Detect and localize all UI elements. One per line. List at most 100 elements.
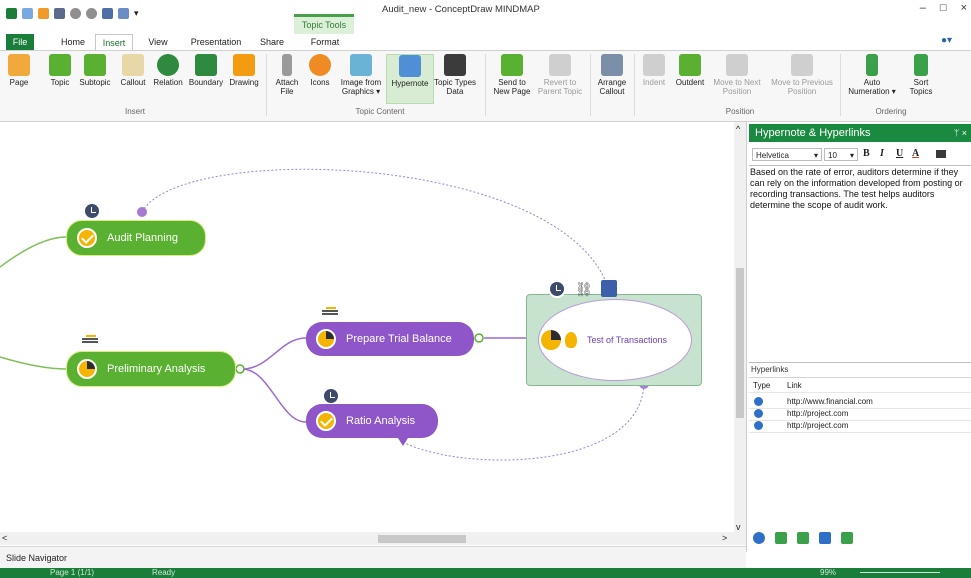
outdent-button[interactable]: Outdent [672,54,708,87]
page-icon [8,54,30,76]
zoom-slider[interactable] [860,572,940,573]
quick-access-toolbar: ▾ [6,4,139,22]
add-web-link-icon[interactable] [753,532,765,544]
relation-icon [157,54,179,76]
tab-view[interactable]: View [143,34,173,50]
collapse-toggle[interactable] [474,333,484,343]
arrange-callout-button[interactable]: Arrange Callout [594,54,630,96]
tab-share[interactable]: Share [256,34,288,50]
pin-close-icon[interactable]: ᛘ × [954,124,967,142]
send-to-new-page-button[interactable]: Send to New Page [492,54,532,96]
indent-button[interactable]: Indent [638,54,670,87]
relation-line [141,168,609,288]
collapse-toggle[interactable] [235,364,245,374]
priority-icon [82,334,98,344]
topic-types-data-button[interactable]: Topic Types Data [432,54,478,96]
numeration-icon [866,54,878,76]
add-file-link-icon[interactable] [775,532,787,544]
font-color-button[interactable]: A [912,148,919,159]
drawing-button[interactable]: Drawing [226,54,262,87]
open-icon[interactable] [38,7,49,19]
help-icon[interactable]: ●▾ [941,35,952,46]
save-icon[interactable] [54,7,65,19]
preview-icon[interactable] [118,7,129,19]
horizontal-scrollbar[interactable] [0,532,746,545]
close-button[interactable]: × [961,2,967,14]
tab-presentation[interactable]: Presentation [184,34,248,50]
link-cell[interactable]: http://www.financial.com [787,396,873,408]
font-family-select[interactable]: Helvetica ▾ [752,148,822,161]
sort-topics-button[interactable]: Sort Topics [904,54,938,96]
tab-home[interactable]: Home [56,34,90,50]
add-topic-link-icon[interactable] [841,532,853,544]
slide-navigator[interactable]: Slide Navigator [0,546,746,568]
indent-icon [643,54,665,76]
scroll-up-icon[interactable]: ^ [736,124,740,134]
relation-button[interactable]: Relation [150,54,186,87]
move-next-icon [726,54,748,76]
mindmap-canvas[interactable]: Audit Planning Preliminary Analysis Prep… [0,122,734,532]
hypernote-button[interactable]: Hypernote [386,54,434,104]
undo-icon[interactable] [70,7,81,19]
move-previous-icon [791,54,813,76]
insert-group-label: Insert [124,107,145,116]
tab-insert[interactable]: Insert [95,34,133,51]
font-size-select[interactable]: 10 ▾ [824,148,858,161]
tab-file[interactable]: File [6,34,34,50]
move-previous-button[interactable]: Move to Previous Position [768,54,836,96]
revert-to-parent-button[interactable]: Revert to Parent Topic [534,54,586,96]
topic-test-of-transactions[interactable]: Test of Transactions [538,299,692,381]
connector-line [241,368,307,423]
relation-endpoint[interactable] [137,207,147,217]
minimize-button[interactable]: – [920,2,926,14]
priority-icon [322,306,338,316]
globe-icon [754,421,763,430]
attach-file-button[interactable]: Attach File [272,54,302,96]
topic-button[interactable]: Topic [46,54,74,87]
boundary-button[interactable]: Boundary [186,54,226,87]
connector-line [0,236,67,268]
page-button[interactable]: Page [6,54,32,87]
status-bar: Page 1 (1/1) Ready 99% [0,568,971,578]
underline-button[interactable]: U [896,148,903,159]
icons-button[interactable]: Icons [306,54,334,87]
table-row[interactable]: http://project.com [749,420,971,433]
outdent-icon [679,54,701,76]
link-cell[interactable]: http://project.com [787,408,848,420]
tab-format[interactable]: Format [305,34,345,50]
redo-icon[interactable] [86,7,97,19]
highlight-icon[interactable] [936,150,946,158]
vertical-scroll-thumb[interactable] [736,268,744,418]
topic-prepare-trial-balance[interactable]: Prepare Trial Balance [306,322,474,356]
topic-audit-planning[interactable]: Audit Planning [66,220,206,256]
maximize-button[interactable]: □ [940,2,947,14]
scroll-right-icon[interactable]: > [722,533,727,543]
arrange-icon [601,54,623,76]
new-file-icon[interactable] [22,7,33,19]
italic-button[interactable]: I [880,148,884,159]
customize-dropdown-icon[interactable]: ▾ [134,8,139,19]
callout-button[interactable]: Callout [116,54,150,87]
add-email-icon[interactable] [819,532,831,544]
topic-preliminary-analysis[interactable]: Preliminary Analysis [66,351,236,387]
app-logo-icon [6,7,17,19]
note-text[interactable]: Based on the rate of error, auditors det… [750,167,966,211]
auto-numeration-button[interactable]: Auto Numeration ▾ [846,54,898,96]
panel-title: Hypernote & Hyperlinks [755,127,871,139]
lightbulb-icon [565,332,577,348]
panel-header: Hypernote & Hyperlinks ᛘ × [749,124,971,142]
horizontal-scroll-thumb[interactable] [378,535,466,543]
move-next-button[interactable]: Move to Next Position [708,54,766,96]
topic-ratio-analysis[interactable]: Ratio Analysis [306,404,438,438]
bold-button[interactable]: B [863,148,870,159]
subtopic-button[interactable]: Subtopic [76,54,114,87]
link-cell[interactable]: http://project.com [787,420,848,432]
image-from-graphics-button[interactable]: Image from Graphics ▾ [336,54,386,96]
topic-label: Prepare Trial Balance [346,333,452,345]
scroll-down-icon[interactable]: v [736,522,741,532]
boundary-icon [195,54,217,76]
connector-line [241,337,307,370]
print-icon[interactable] [102,7,113,19]
scroll-left-icon[interactable]: < [2,533,7,543]
add-bookmark-icon[interactable] [797,532,809,544]
